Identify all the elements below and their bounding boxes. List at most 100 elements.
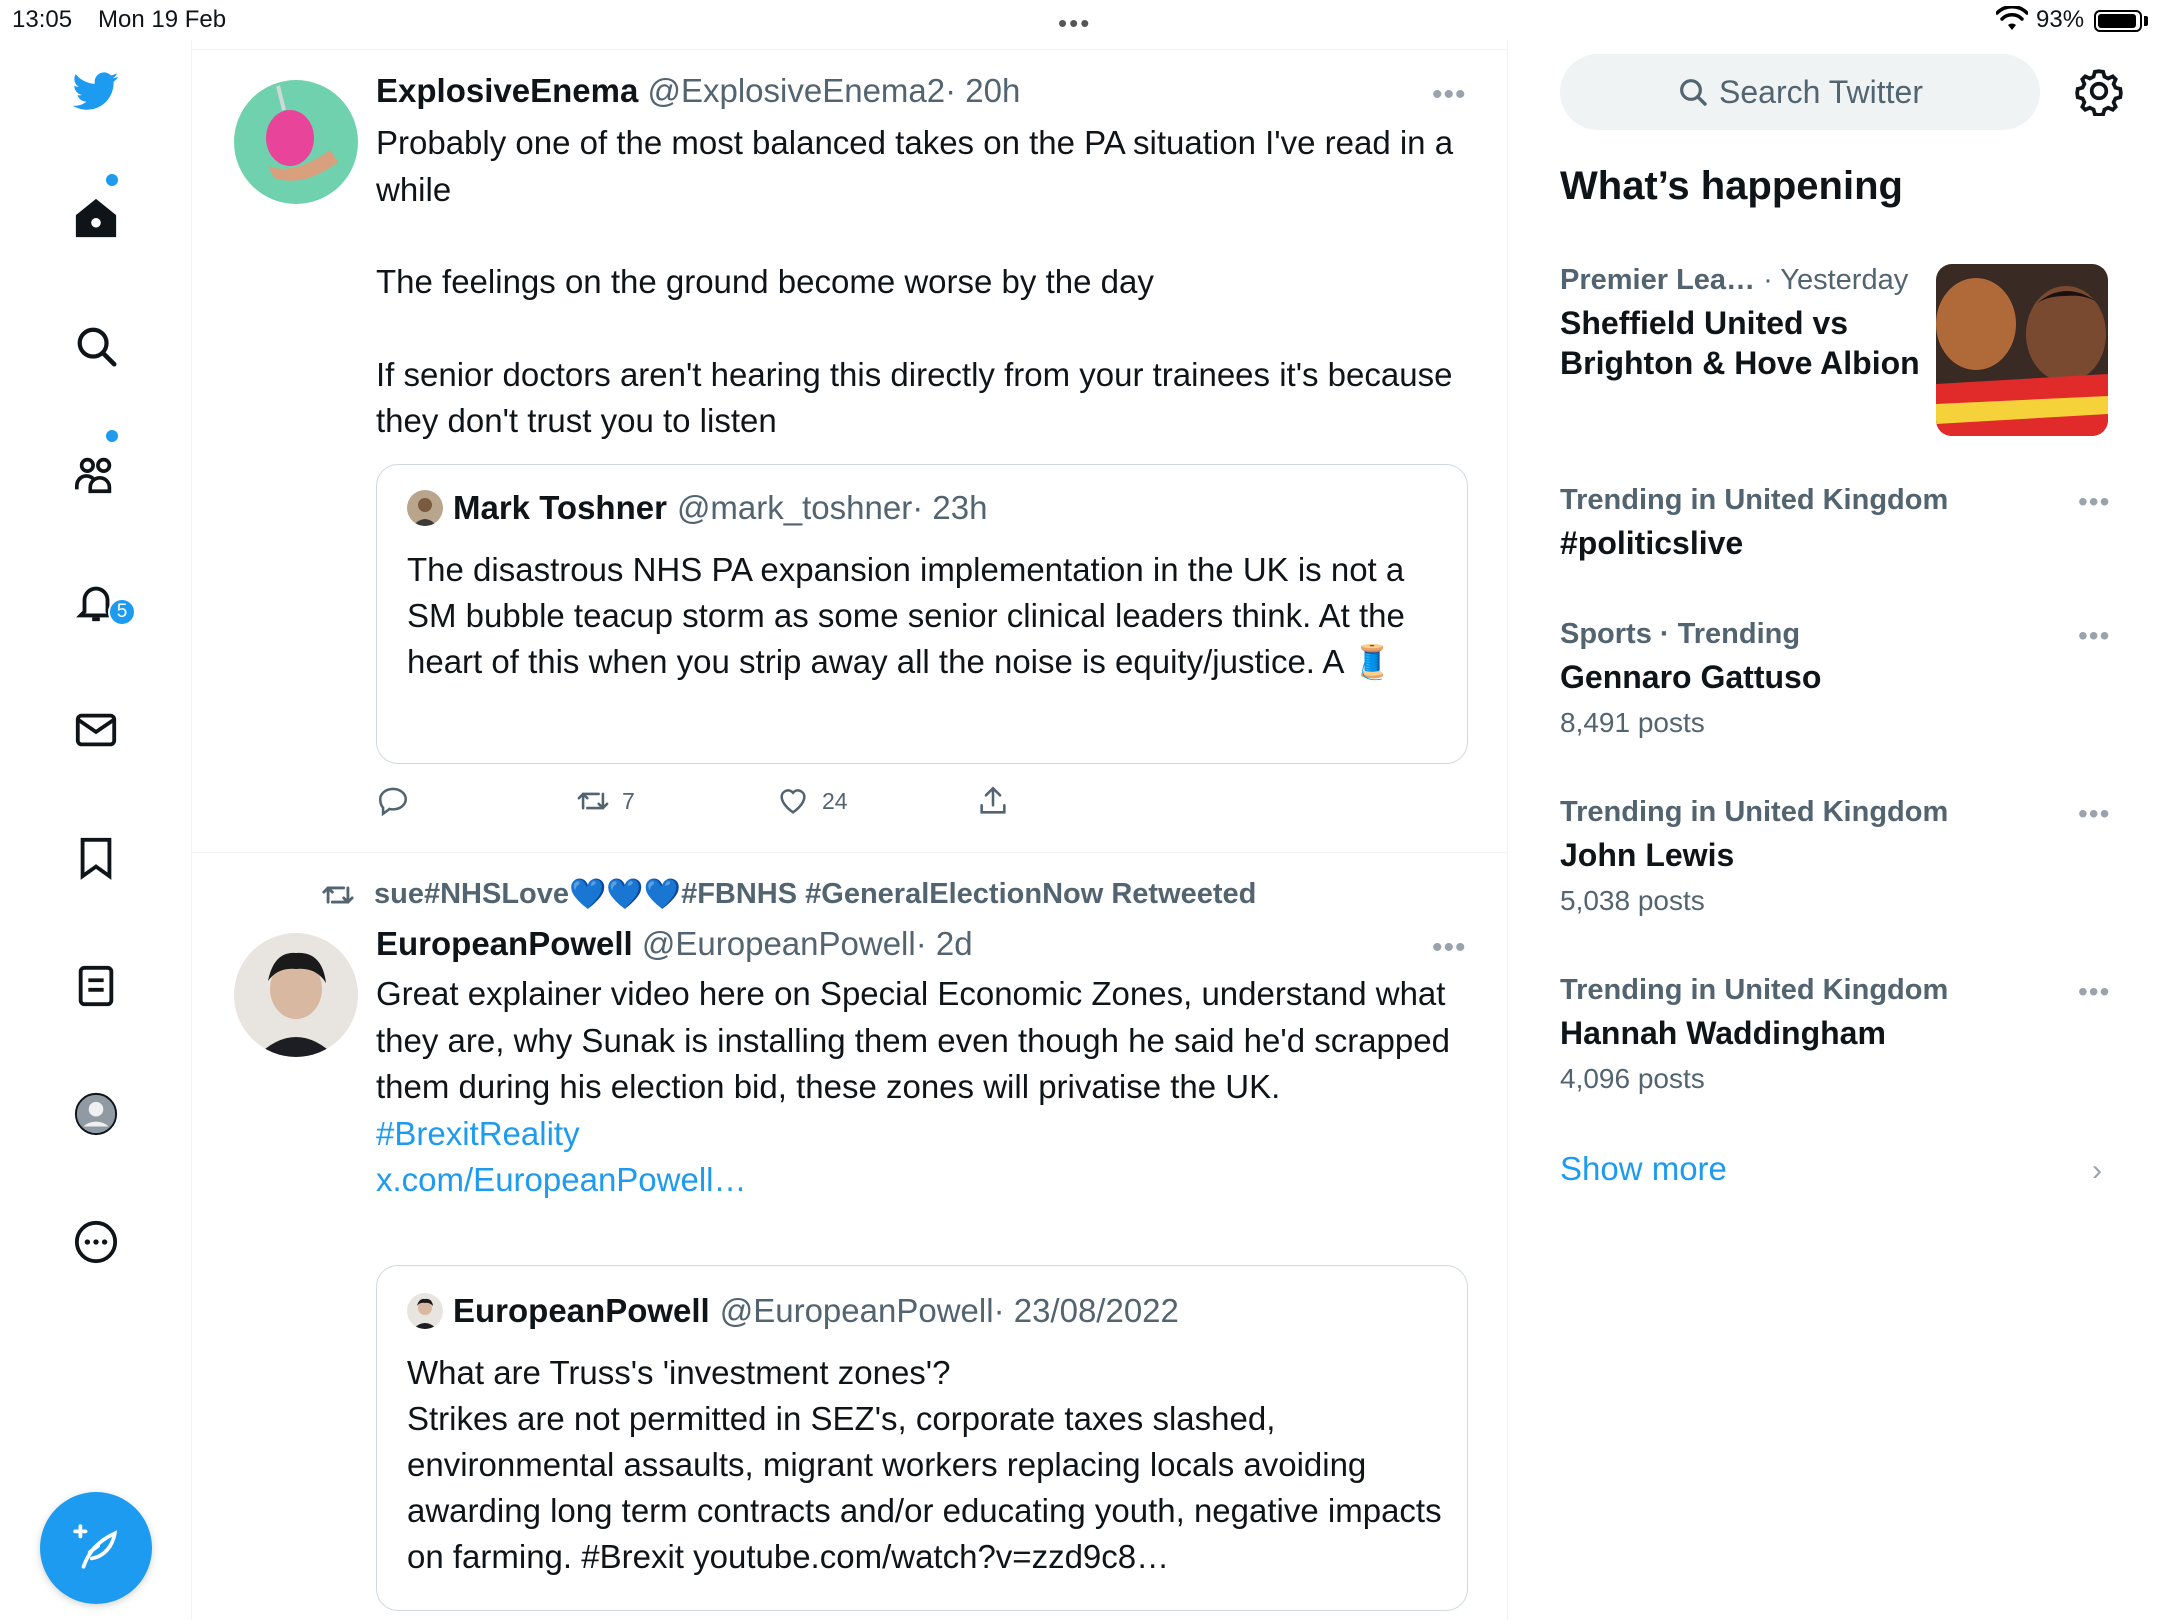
search-icon[interactable] (70, 320, 122, 372)
trend-title: Gennaro Gattuso (1560, 659, 1822, 695)
retweet-icon (322, 886, 354, 903)
author-handle[interactable]: @ExplosiveEnema2 (647, 72, 945, 109)
quoted-author-handle: @mark_toshner (676, 489, 913, 526)
more-options-icon[interactable] (70, 1216, 122, 1268)
messages-icon[interactable] (70, 704, 122, 756)
home-icon[interactable] (70, 192, 122, 244)
search-input[interactable]: Search Twitter (1560, 54, 2040, 130)
trend-category: Trending in United Kingdom (1560, 796, 1949, 828)
tweet[interactable]: ExplosiveEnema @ExplosiveEnema2· 20h •••… (192, 40, 1507, 852)
compose-tweet-button[interactable] (40, 1492, 152, 1604)
trend-item[interactable]: Sports · Trending Gennaro Gattuso 8,491 … (1560, 618, 2120, 739)
tweet-header: ExplosiveEnema @ExplosiveEnema2· 20h (376, 72, 1020, 110)
trend-post-count: 5,038 posts (1560, 885, 1705, 916)
chevron-right-icon: › (2092, 1154, 2102, 1187)
trend-post-count: 8,491 posts (1560, 707, 1705, 738)
heart-icon (780, 789, 806, 814)
quoted-text: The disastrous NHS PA expansion implemen… (407, 551, 1405, 680)
tweet-actions: 7 24 (376, 784, 1076, 824)
search-icon (1680, 79, 1707, 106)
quoted-avatar (407, 1293, 443, 1329)
trend-title: Sheffield United vs Brighton & Hove Albi… (1560, 305, 1920, 381)
lists-icon[interactable] (70, 960, 122, 1012)
reply-icon (378, 787, 408, 817)
share-button[interactable] (976, 784, 1022, 818)
quoted-tweet[interactable]: EuropeanPowell @EuropeanPowell · 23/08/20… (376, 1265, 1468, 1611)
trend-more-icon[interactable]: ••• (2078, 486, 2110, 518)
trend-thumbnail[interactable] (1936, 264, 2108, 436)
avatar[interactable] (234, 80, 358, 204)
tweet-text: Great explainer video here on Special Ec… (376, 971, 1456, 1204)
trend-category: Trending in United Kingdom (1560, 484, 1949, 516)
trend-more-icon[interactable]: ••• (2078, 798, 2110, 830)
trend-post-count: 4,096 posts (1560, 1063, 1705, 1094)
compose-feather-icon (73, 1524, 118, 1569)
tweet-paragraph: Probably one of the most balanced takes … (376, 124, 1454, 208)
author-name[interactable]: ExplosiveEnema (376, 72, 638, 109)
trend-item[interactable]: Trending in United Kingdom Hannah Waddin… (1560, 974, 2120, 1095)
tweet-more-icon[interactable]: ••• (1432, 931, 1467, 965)
retweet-count: 7 (622, 787, 635, 814)
battery-percent: 93% (2036, 6, 2085, 33)
blue-heart-icon: 💙💙💙 (569, 878, 682, 911)
tweet-paragraph: The feelings on the ground become worse … (376, 263, 1154, 300)
tweet-header: EuropeanPowell @EuropeanPowell· 2d (376, 925, 973, 963)
trend-more-icon[interactable]: ••• (2078, 620, 2110, 652)
bookmarks-icon[interactable] (70, 832, 122, 884)
notifications-badge: 5 (108, 598, 136, 626)
author-handle[interactable]: @EuropeanPowell (642, 925, 916, 962)
tweet-more-icon[interactable]: ••• (1432, 78, 1467, 112)
trend-category: Premier Lea… (1560, 264, 1756, 296)
twitter-logo-icon[interactable] (70, 64, 122, 116)
tweet-time[interactable]: · 20h (945, 72, 1020, 109)
trend-more-icon[interactable]: ••• (2078, 976, 2110, 1008)
communities-icon[interactable] (70, 448, 122, 500)
wifi-icon (1996, 6, 2028, 30)
like-button[interactable]: 24 (776, 784, 848, 818)
hashtag-link[interactable]: #BrexitReality (376, 1111, 1456, 1158)
quoted-text: What are Truss's 'investment zones'? Str… (407, 1350, 1447, 1580)
quoted-time: · 23/08/2022 (993, 1292, 1179, 1329)
trend-category: Sports · Trending (1560, 618, 1801, 650)
status-bar: 13:05 Mon 19 Feb ••• 93% (0, 0, 2160, 40)
trend-when: · Yesterday (1763, 264, 1909, 296)
quoted-tweet-header: Mark Toshner @mark_toshner · 23h (407, 489, 987, 527)
show-more-link[interactable]: Show more (1560, 1150, 1727, 1188)
like-count: 24 (822, 787, 848, 814)
trend-title: Hannah Waddingham (1560, 1015, 1886, 1051)
retweeter-suffix: #FBNHS #GeneralElectionNow Retweeted (681, 878, 1257, 910)
retweeter-name: sue#NHSLove (374, 878, 570, 910)
retweet-button[interactable]: 7 (576, 784, 635, 818)
url-link[interactable]: x.com/EuropeanPowell… (376, 1157, 1456, 1204)
communities-new-dot (106, 430, 118, 442)
author-name[interactable]: EuropeanPowell (376, 925, 633, 962)
trend-item[interactable]: Trending in United Kingdom #politicslive (1560, 484, 2120, 563)
share-icon (980, 786, 1006, 814)
trend-item[interactable]: Premier Lea… · Yesterday Sheffield Unite… (1560, 264, 1930, 383)
left-nav: 5 (0, 40, 192, 1620)
trend-category: Trending in United Kingdom (1560, 974, 1949, 1006)
quoted-tweet-header: EuropeanPowell @EuropeanPowell · 23/08/20… (407, 1292, 1179, 1330)
right-sidebar: Search Twitter What’s happening Premier … (1510, 40, 2160, 1620)
avatar[interactable] (234, 933, 358, 1057)
tweet[interactable]: sue#NHSLove 💙💙💙 #FBNHS #GeneralElectionN… (192, 853, 1507, 1620)
reply-button[interactable] (376, 784, 422, 818)
quoted-paragraph: Strikes are not permitted in SEZ's, corp… (407, 1400, 1442, 1575)
quoted-author-name: EuropeanPowell (453, 1292, 710, 1329)
retweet-icon (577, 792, 609, 810)
quoted-tweet[interactable]: Mark Toshner @mark_toshner · 23h The disa… (376, 464, 1468, 764)
multitasking-dots-icon[interactable]: ••• (1058, 8, 1091, 39)
tweet-paragraph: If senior doctors aren't hearing this di… (376, 355, 1453, 440)
retweeted-by[interactable]: sue#NHSLove 💙💙💙 #FBNHS #GeneralElectionN… (318, 877, 1256, 912)
tweet-paragraph: Great explainer video here on Special Ec… (376, 975, 1450, 1105)
trend-title: #politicslive (1560, 525, 1744, 561)
quoted-avatar (407, 490, 443, 526)
whats-happening-heading: What’s happening (1560, 164, 1903, 208)
home-new-dot (106, 174, 118, 186)
trend-item[interactable]: Trending in United Kingdom John Lewis 5,… (1560, 796, 2120, 917)
profile-avatar-icon[interactable] (70, 1088, 122, 1140)
quoted-paragraph: What are Truss's 'investment zones'? (407, 1354, 951, 1391)
tweet-time[interactable]: · 2d (916, 925, 973, 962)
settings-gear-icon[interactable] (2074, 66, 2124, 116)
status-date: Mon 19 Feb (98, 6, 227, 33)
